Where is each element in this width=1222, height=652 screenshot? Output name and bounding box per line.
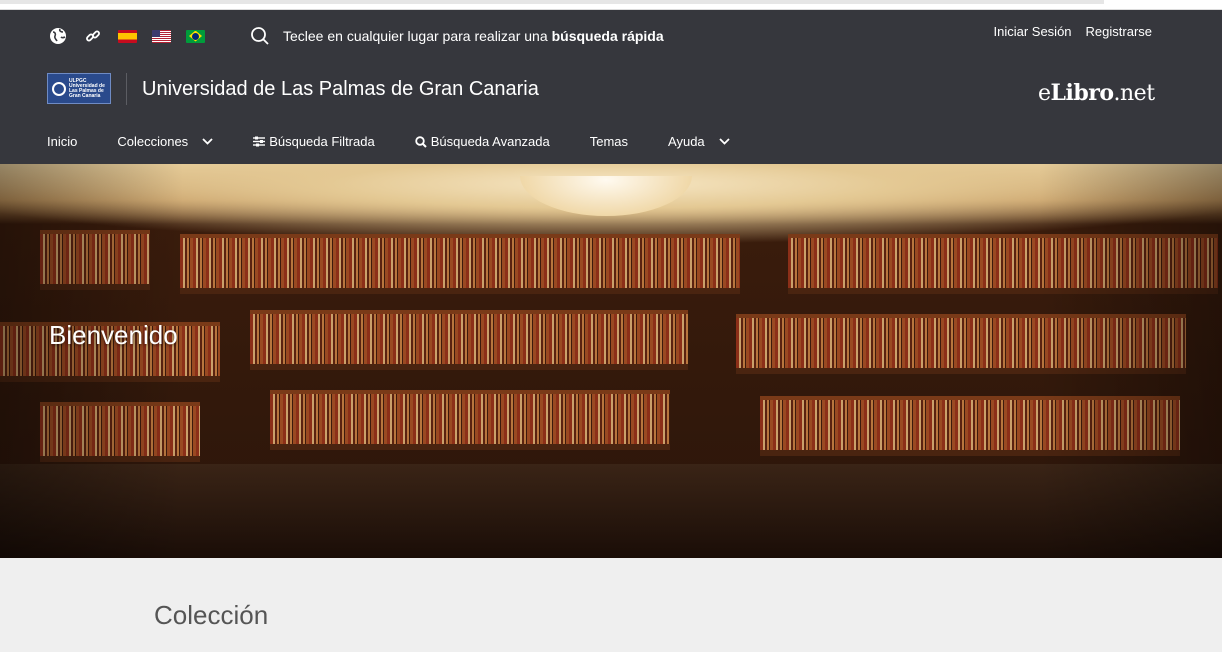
browser-top-strip xyxy=(0,0,1222,10)
collection-heading: Colección xyxy=(154,600,269,630)
quick-search-text: Teclee en cualquier lugar para realizar … xyxy=(283,28,548,44)
brand-divider xyxy=(126,73,127,105)
login-link[interactable]: Iniciar Sesión xyxy=(993,24,1071,39)
ulpgc-crest-icon xyxy=(52,81,66,96)
search-icon xyxy=(415,135,427,148)
site-header: Teclee en cualquier lugar para realizar … xyxy=(0,10,1222,164)
globe-icon[interactable] xyxy=(48,26,68,46)
flag-usa-icon[interactable] xyxy=(152,29,171,43)
auth-links: Iniciar Sesión Registrarse xyxy=(993,24,1152,39)
nav-busqueda-avanzada[interactable]: Búsqueda Avanzada xyxy=(415,134,550,149)
university-name: Universidad de Las Palmas de Gran Canari… xyxy=(142,78,539,100)
nav-temas[interactable]: Temas xyxy=(590,134,628,149)
link-icon[interactable] xyxy=(83,26,103,46)
elibro-logo[interactable]: eLibro.net xyxy=(1038,80,1155,106)
chevron-down-icon xyxy=(719,138,730,145)
quick-search-bold: búsqueda rápida xyxy=(551,28,664,44)
nav-inicio[interactable]: Inicio xyxy=(47,134,77,149)
ulpgc-logo-text: ULPGC Universidad de Las Palmas de Gran … xyxy=(69,77,105,99)
nav-colecciones[interactable]: Colecciones xyxy=(117,134,213,149)
quick-search[interactable]: Teclee en cualquier lugar para realizar … xyxy=(250,26,664,46)
utility-icons xyxy=(48,26,220,46)
nav-busqueda-filtrada[interactable]: Búsqueda Filtrada xyxy=(253,134,375,149)
flag-brazil-icon[interactable] xyxy=(186,29,205,43)
nav-ayuda[interactable]: Ayuda xyxy=(668,134,730,149)
horizontal-scrollbar[interactable] xyxy=(0,0,1104,4)
main-nav: Inicio Colecciones Búsqueda Filtrada Bús… xyxy=(47,134,770,149)
welcome-heading: Bienvenido xyxy=(49,320,178,350)
sliders-icon xyxy=(253,136,266,147)
ulpgc-logo[interactable]: ULPGC Universidad de Las Palmas de Gran … xyxy=(47,73,111,104)
search-icon xyxy=(250,26,270,46)
hero-vignette xyxy=(0,164,1222,558)
hero-banner: Bienvenido xyxy=(0,164,1222,558)
register-link[interactable]: Registrarse xyxy=(1086,24,1152,39)
flag-spain-icon[interactable] xyxy=(118,29,137,43)
chevron-down-icon xyxy=(202,138,213,145)
